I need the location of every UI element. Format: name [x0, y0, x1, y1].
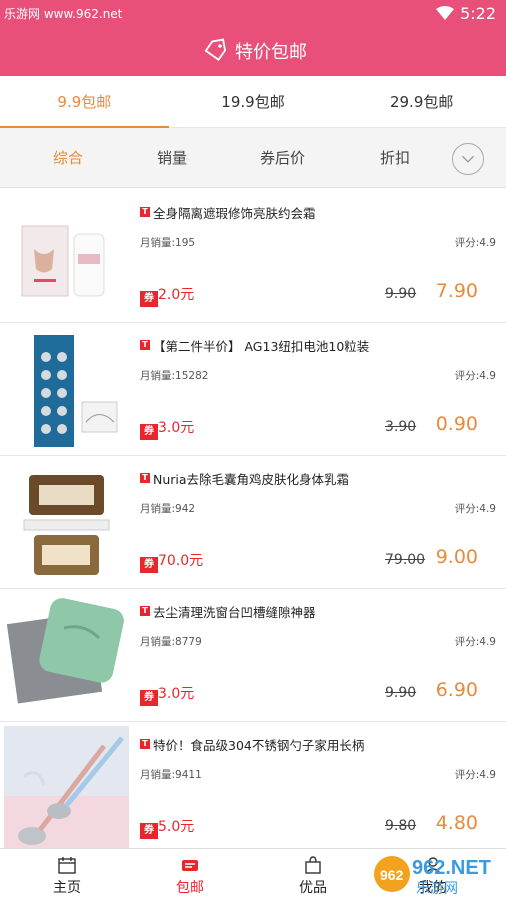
sort-coupon-price[interactable]: 券后价: [260, 128, 305, 188]
coupon-value: 券 2.0元: [140, 284, 194, 307]
rating: 评分:4.9: [454, 769, 496, 781]
rating: 评分:4.9: [454, 370, 496, 382]
nav-label: 优品: [299, 880, 327, 896]
original-price: 9.90: [385, 286, 417, 302]
final-price: 4.80: [435, 812, 478, 834]
svg-text:962: 962: [380, 867, 404, 883]
monthly-sales: 月销量:195: [140, 237, 196, 249]
product-name: 特价！食品级304不锈钢勺子家用长柄: [153, 738, 365, 753]
price-tag-icon: [204, 38, 226, 61]
product-name: 全身隔离遮瑕修饰亮肤约会霜: [153, 206, 316, 221]
coupon-value: 券 5.0元: [140, 816, 194, 839]
rating: 评分:4.9: [454, 636, 496, 648]
original-price: 3.90: [385, 419, 417, 435]
page-title: 特价包邮: [235, 42, 307, 63]
page-header: 特价包邮: [0, 28, 506, 76]
sort-comprehensive[interactable]: 综合: [53, 128, 83, 188]
coupon-badge: 券: [140, 690, 158, 706]
product-image: [4, 327, 129, 452]
product-name: 【第二件半价】 AG13纽扣电池10粒装: [153, 339, 370, 354]
watermark-text: 乐游网 www.962.net: [4, 7, 123, 21]
product-image: [4, 726, 129, 851]
site-logo: 962 962.NET 乐游网: [374, 856, 491, 896]
coupon-badge: 券: [140, 291, 158, 307]
source-badge: T: [140, 207, 150, 217]
product-image: [4, 194, 129, 319]
source-badge: T: [140, 473, 150, 483]
bag-icon: [305, 856, 321, 874]
coupon-badge: 券: [140, 424, 158, 440]
rating: 评分:4.9: [454, 237, 496, 249]
monthly-sales: 月销量:942: [140, 503, 196, 515]
monthly-sales: 月销量:8779: [140, 636, 202, 648]
tab-29-9[interactable]: 29.9包邮: [337, 76, 506, 127]
product-list: T 全身隔离遮瑕修饰亮肤约会霜 月销量:195 评分:4.9 券 2.0元 9.9…: [0, 190, 506, 855]
source-badge: T: [140, 739, 150, 749]
nav-shipping[interactable]: 包邮: [150, 849, 230, 901]
original-price: 9.90: [385, 685, 417, 701]
coupon-value: 券 3.0元: [140, 683, 194, 706]
product-item[interactable]: T 【第二件半价】 AG13纽扣电池10粒装 月销量:15282 评分:4.9 …: [0, 323, 506, 456]
original-price: 9.80: [385, 818, 417, 834]
coupon-badge: 券: [140, 557, 158, 573]
rating: 评分:4.9: [454, 503, 496, 515]
final-price: 0.90: [435, 413, 478, 435]
source-badge: T: [140, 606, 150, 616]
product-name: 去尘清理洗窗台凹槽缝隙神器: [153, 605, 316, 620]
shipping-icon: [182, 860, 198, 871]
final-price: 6.90: [435, 679, 478, 701]
sort-discount[interactable]: 折扣: [380, 128, 410, 188]
source-badge: T: [140, 340, 150, 350]
coupon-value: 券 3.0元: [140, 417, 194, 440]
product-name: Nuria去除毛囊角鸡皮肤化身体乳霜: [153, 472, 350, 487]
tab-9-9[interactable]: 9.9包邮: [0, 76, 169, 128]
monthly-sales: 月销量:15282: [140, 370, 209, 382]
final-price: 9.00: [435, 546, 478, 568]
chevron-down-icon[interactable]: [452, 143, 484, 175]
tab-19-9[interactable]: 19.9包邮: [169, 76, 338, 127]
product-image: [4, 593, 129, 718]
status-bar: 乐游网 www.962.net 5:22: [0, 0, 506, 28]
sort-sales[interactable]: 销量: [157, 128, 187, 188]
product-image: [4, 460, 129, 585]
calendar-icon: [58, 857, 76, 874]
sort-bar: 综合 销量 券后价 折扣: [0, 128, 506, 188]
product-item[interactable]: T 去尘清理洗窗台凹槽缝隙神器 月销量:8779 评分:4.9 券 3.0元 9.…: [0, 589, 506, 722]
final-price: 7.90: [435, 280, 478, 302]
coupon-value: 券 70.0元: [140, 550, 203, 573]
nav-label: 包邮: [176, 880, 204, 896]
svg-text:乐游网: 乐游网: [416, 880, 458, 896]
price-tabs: 9.9包邮 19.9包邮 29.9包邮: [0, 76, 506, 128]
nav-label: 主页: [53, 880, 81, 896]
coupon-badge: 券: [140, 823, 158, 839]
monthly-sales: 月销量:9411: [140, 769, 202, 781]
nav-home[interactable]: 主页: [27, 849, 107, 901]
svg-text:962.NET: 962.NET: [412, 857, 491, 879]
product-item[interactable]: T Nuria去除毛囊角鸡皮肤化身体乳霜 月销量:942 评分:4.9 券 70.…: [0, 456, 506, 589]
product-item[interactable]: T 全身隔离遮瑕修饰亮肤约会霜 月销量:195 评分:4.9 券 2.0元 9.9…: [0, 190, 506, 323]
clock: 5:22: [460, 4, 496, 23]
wifi-icon: [436, 6, 454, 20]
nav-picks[interactable]: 优品: [273, 849, 353, 901]
product-item[interactable]: T 特价！食品级304不锈钢勺子家用长柄 月销量:9411 评分:4.9 券 5.…: [0, 722, 506, 855]
original-price: 79.00: [385, 552, 426, 568]
